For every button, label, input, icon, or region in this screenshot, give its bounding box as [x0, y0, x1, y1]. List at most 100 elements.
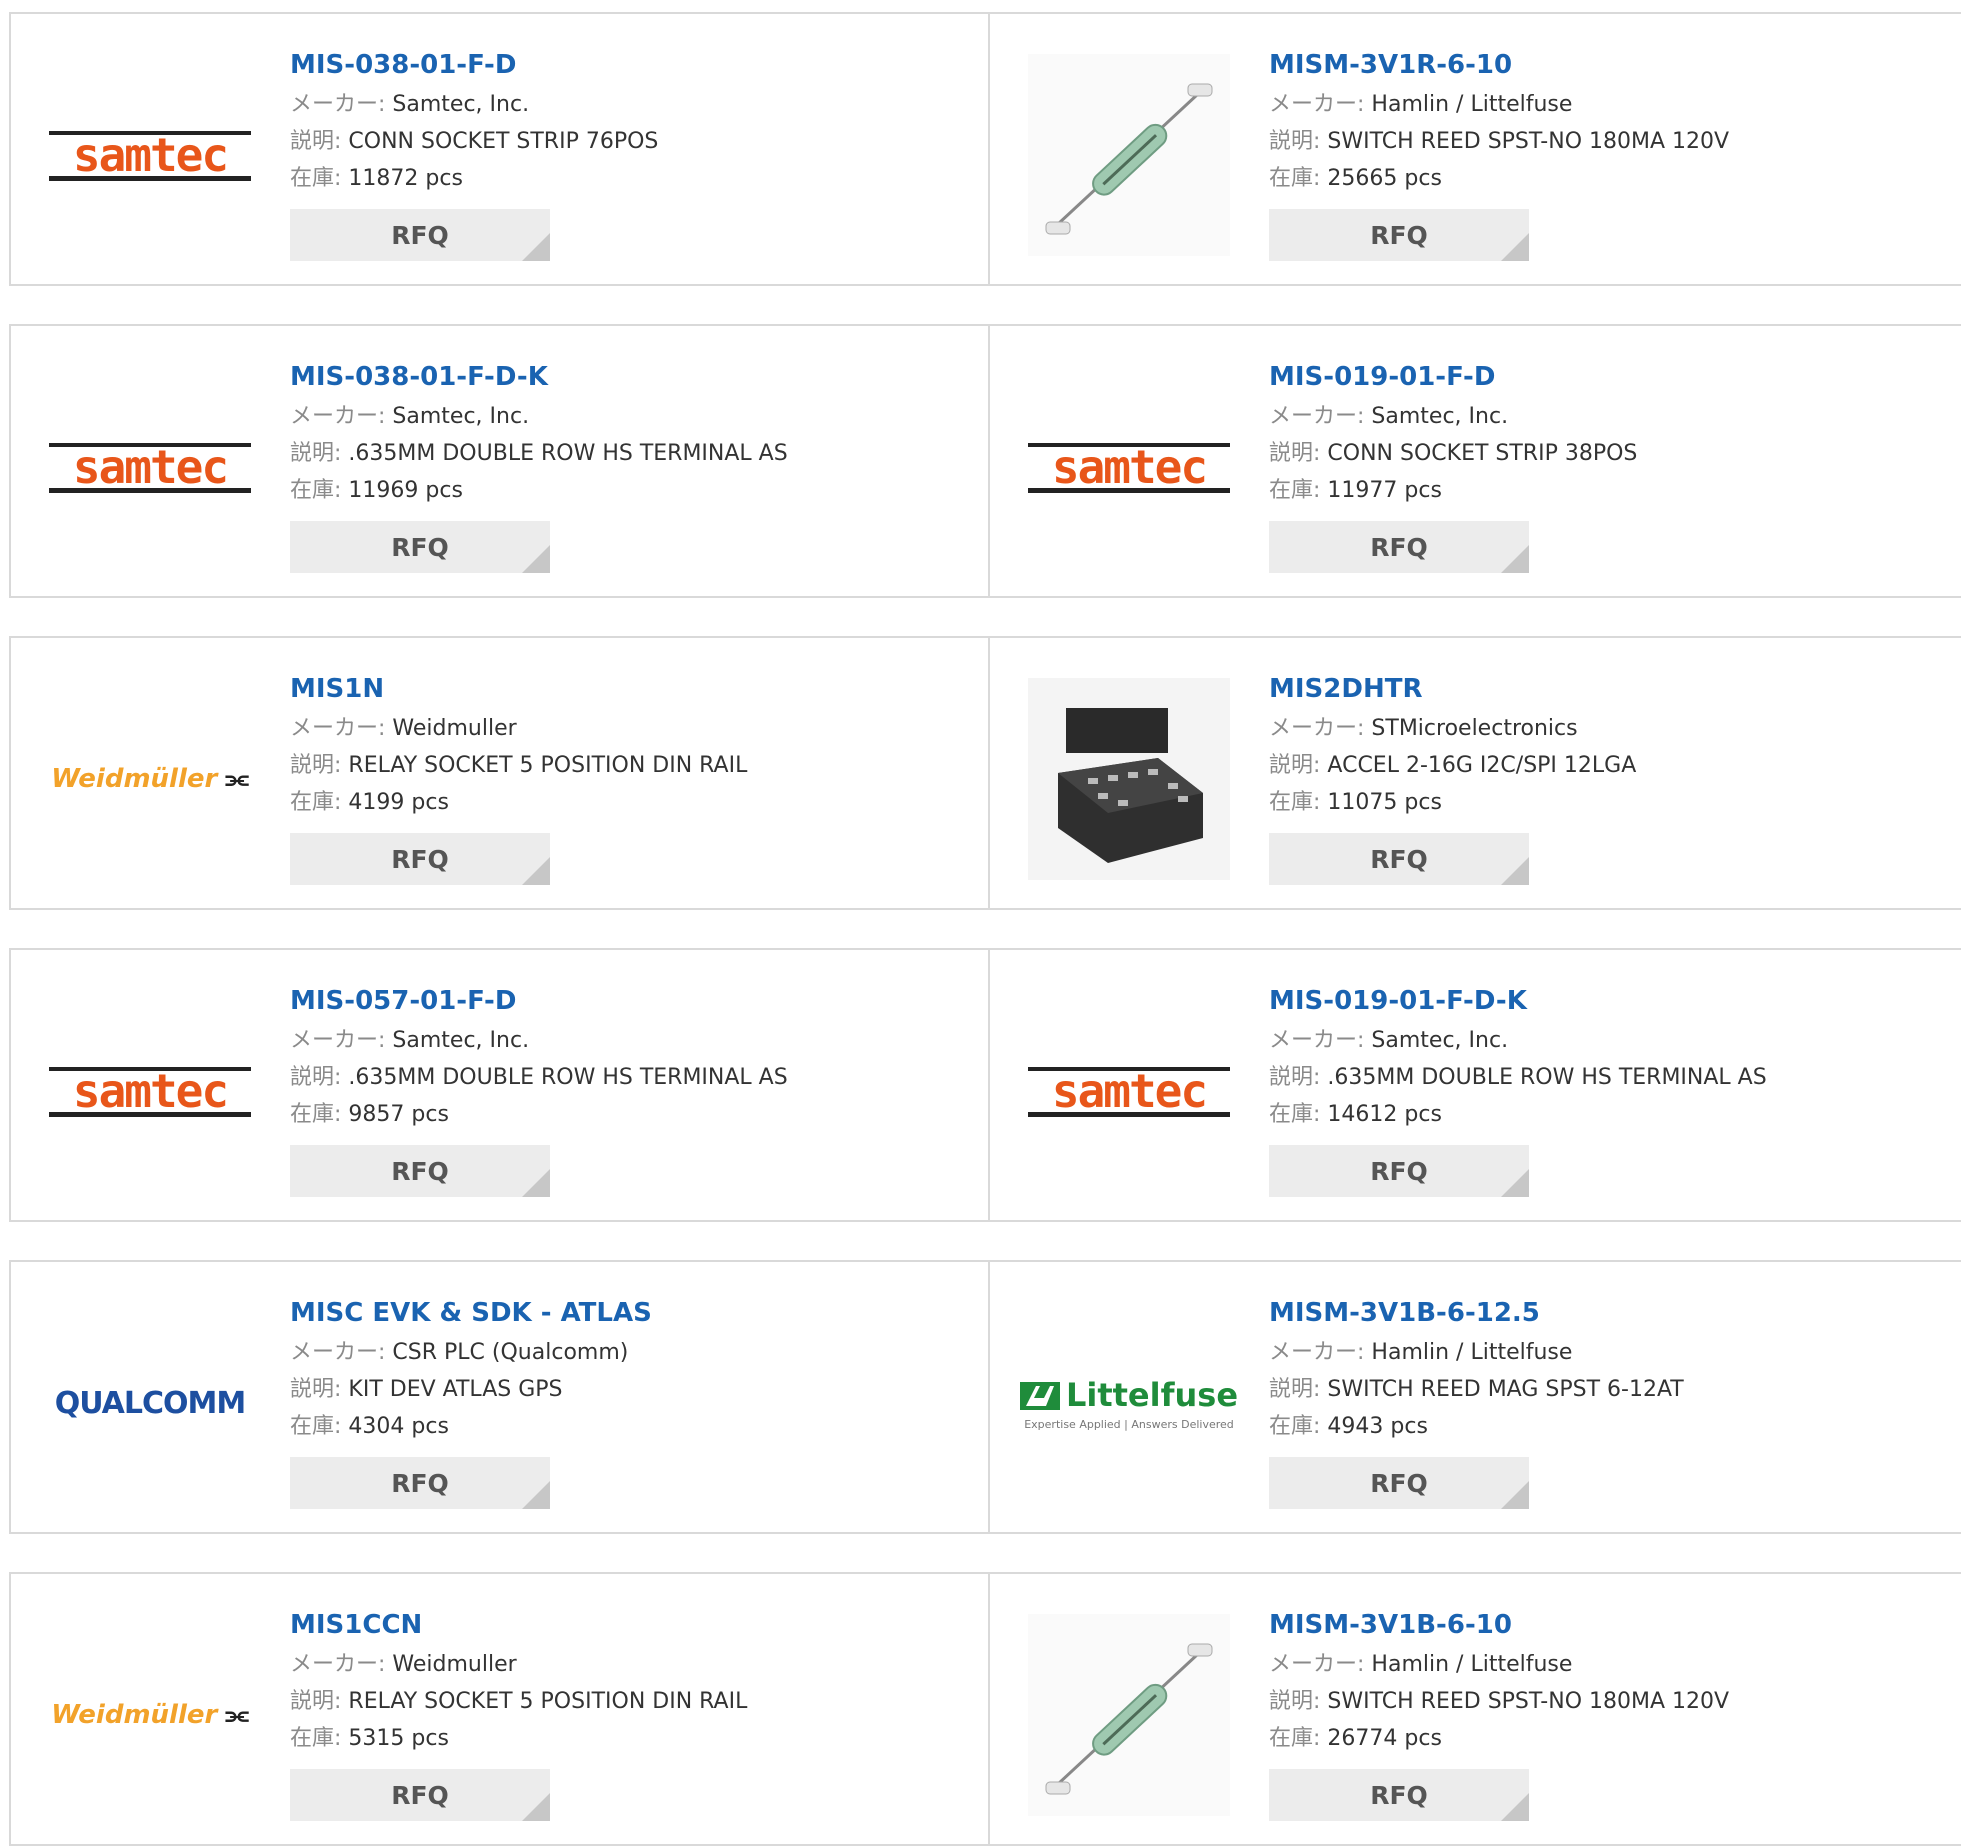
stock-value: 25665 pcs: [1327, 166, 1442, 191]
reed-switch-image: [1028, 54, 1230, 256]
product-thumbnail[interactable]: [1028, 678, 1230, 880]
littelfuse-logo: Littelfuse Expertise Applied | Answers D…: [1019, 1376, 1238, 1431]
product-card: MISM-3V1R-6-10 メーカー: Hamlin / Littelfuse…: [988, 14, 1961, 284]
stock-value: 11872 pcs: [348, 166, 463, 191]
product-info: MIS-057-01-F-D メーカー: Samtec, Inc. 説明: .6…: [290, 980, 970, 1197]
product-card: samtec MIS-038-01-F-D-K メーカー: Samtec, In…: [11, 326, 988, 596]
product-row: samtec MIS-038-01-F-D メーカー: Samtec, Inc.…: [9, 12, 1961, 286]
description-line: 説明: SWITCH REED MAG SPST 6-12AT: [1269, 1377, 1684, 1402]
product-info: MIS1CCN メーカー: Weidmuller 説明: RELAY SOCKE…: [290, 1604, 970, 1821]
rfq-button[interactable]: RFQ: [1269, 209, 1529, 261]
part-number-link[interactable]: MIS1N: [290, 668, 970, 710]
description-line: 説明: .635MM DOUBLE ROW HS TERMINAL AS: [1269, 1065, 1767, 1090]
rfq-button[interactable]: RFQ: [1269, 1769, 1529, 1821]
description-value: .635MM DOUBLE ROW HS TERMINAL AS: [348, 441, 788, 466]
maker-value: Hamlin / Littelfuse: [1371, 1652, 1573, 1677]
part-number-link[interactable]: MIS-019-01-F-D-K: [1269, 980, 1949, 1022]
rfq-button[interactable]: RFQ: [290, 521, 550, 573]
stock-line: 在庫: 5315 pcs: [290, 1726, 449, 1751]
product-thumbnail[interactable]: samtec: [1028, 990, 1230, 1192]
product-row: Weidmüller ⫘ MIS1N メーカー: Weidmuller 説明: R…: [9, 636, 1961, 910]
description-line: 説明: CONN SOCKET STRIP 38POS: [1269, 441, 1638, 466]
rfq-button[interactable]: RFQ: [1269, 1145, 1529, 1197]
product-info: MIS1N メーカー: Weidmuller 説明: RELAY SOCKET …: [290, 668, 970, 885]
maker-line: メーカー: Hamlin / Littelfuse: [1269, 92, 1573, 117]
product-row: samtec MIS-057-01-F-D メーカー: Samtec, Inc.…: [9, 948, 1961, 1222]
maker-line: メーカー: CSR PLC (Qualcomm): [290, 1340, 629, 1365]
product-thumbnail[interactable]: Weidmüller ⫘: [49, 678, 251, 880]
maker-value: Weidmuller: [392, 1652, 517, 1677]
rfq-button[interactable]: RFQ: [290, 1457, 550, 1509]
weidmuller-logo: Weidmüller ⫘: [51, 763, 249, 794]
product-thumbnail[interactable]: [1028, 54, 1230, 256]
part-number-link[interactable]: MISM-3V1B-6-10: [1269, 1604, 1949, 1646]
description-value: SWITCH REED MAG SPST 6-12AT: [1327, 1377, 1684, 1402]
stock-value: 11075 pcs: [1327, 790, 1442, 815]
samtec-logo: samtec: [49, 435, 251, 499]
part-number-link[interactable]: MIS-038-01-F-D-K: [290, 356, 970, 398]
rfq-button[interactable]: RFQ: [1269, 521, 1529, 573]
product-info: MIS-019-01-F-D メーカー: Samtec, Inc. 説明: CO…: [1269, 356, 1949, 573]
product-card: Weidmüller ⫘ MIS1N メーカー: Weidmuller 説明: R…: [11, 638, 988, 908]
stock-value: 11969 pcs: [348, 478, 463, 503]
description-line: 説明: .635MM DOUBLE ROW HS TERMINAL AS: [290, 1065, 788, 1090]
product-thumbnail[interactable]: QUALCOMM: [49, 1302, 251, 1504]
product-info: MISM-3V1R-6-10 メーカー: Hamlin / Littelfuse…: [1269, 44, 1949, 261]
part-number-link[interactable]: MIS1CCN: [290, 1604, 970, 1646]
maker-line: メーカー: Weidmuller: [290, 716, 517, 741]
maker-line: メーカー: Hamlin / Littelfuse: [1269, 1340, 1573, 1365]
description-value: CONN SOCKET STRIP 38POS: [1327, 441, 1638, 466]
part-number-link[interactable]: MIS-019-01-F-D: [1269, 356, 1949, 398]
samtec-logo: samtec: [49, 123, 251, 187]
part-number-link[interactable]: MIS-057-01-F-D: [290, 980, 970, 1022]
rfq-button[interactable]: RFQ: [290, 1769, 550, 1821]
maker-value: STMicroelectronics: [1371, 716, 1578, 741]
product-thumbnail[interactable]: Weidmüller ⫘: [49, 1614, 251, 1816]
part-number-link[interactable]: MISM-3V1R-6-10: [1269, 44, 1949, 86]
product-thumbnail[interactable]: samtec: [1028, 366, 1230, 568]
rfq-button[interactable]: RFQ: [1269, 833, 1529, 885]
product-thumbnail[interactable]: samtec: [49, 54, 251, 256]
product-row: QUALCOMM MISC EVK & SDK - ATLAS メーカー: CS…: [9, 1260, 1961, 1534]
weidmuller-logo: Weidmüller ⫘: [51, 1699, 249, 1730]
product-card: Weidmüller ⫘ MIS1CCN メーカー: Weidmuller 説明:…: [11, 1574, 988, 1844]
description-value: SWITCH REED SPST-NO 180MA 120V: [1327, 129, 1730, 154]
product-card: MIS2DHTR メーカー: STMicroelectronics 説明: AC…: [988, 638, 1961, 908]
maker-value: Samtec, Inc.: [392, 1028, 530, 1053]
stock-line: 在庫: 26774 pcs: [1269, 1726, 1442, 1751]
description-line: 説明: SWITCH REED SPST-NO 180MA 120V: [1269, 129, 1730, 154]
product-info: MIS-038-01-F-D-K メーカー: Samtec, Inc. 説明: …: [290, 356, 970, 573]
stock-value: 4304 pcs: [348, 1414, 449, 1439]
product-card: samtec MIS-019-01-F-D メーカー: Samtec, Inc.…: [988, 326, 1961, 596]
rfq-button[interactable]: RFQ: [1269, 1457, 1529, 1509]
stock-line: 在庫: 11872 pcs: [290, 166, 463, 191]
maker-line: メーカー: Samtec, Inc.: [290, 1028, 530, 1053]
rfq-button[interactable]: RFQ: [290, 833, 550, 885]
samtec-logo: samtec: [1028, 435, 1230, 499]
samtec-logo: samtec: [49, 1059, 251, 1123]
part-number-link[interactable]: MISC EVK & SDK - ATLAS: [290, 1292, 970, 1334]
stock-line: 在庫: 9857 pcs: [290, 1102, 449, 1127]
maker-value: Samtec, Inc.: [392, 92, 530, 117]
part-number-link[interactable]: MISM-3V1B-6-12.5: [1269, 1292, 1949, 1334]
product-thumbnail[interactable]: [1028, 1614, 1230, 1816]
product-thumbnail[interactable]: samtec: [49, 366, 251, 568]
description-line: 説明: CONN SOCKET STRIP 76POS: [290, 129, 659, 154]
maker-value: Samtec, Inc.: [392, 404, 530, 429]
product-card: MISM-3V1B-6-10 メーカー: Hamlin / Littelfuse…: [988, 1574, 1961, 1844]
description-value: RELAY SOCKET 5 POSITION DIN RAIL: [348, 1689, 748, 1714]
product-thumbnail[interactable]: Littelfuse Expertise Applied | Answers D…: [1019, 1302, 1238, 1504]
description-line: 説明: KIT DEV ATLAS GPS: [290, 1377, 563, 1402]
product-info: MIS2DHTR メーカー: STMicroelectronics 説明: AC…: [1269, 668, 1949, 885]
product-thumbnail[interactable]: samtec: [49, 990, 251, 1192]
description-value: SWITCH REED SPST-NO 180MA 120V: [1327, 1689, 1730, 1714]
rfq-button[interactable]: RFQ: [290, 209, 550, 261]
part-number-link[interactable]: MIS-038-01-F-D: [290, 44, 970, 86]
maker-line: メーカー: Samtec, Inc.: [290, 404, 530, 429]
stock-line: 在庫: 4199 pcs: [290, 790, 449, 815]
stock-line: 在庫: 11075 pcs: [1269, 790, 1442, 815]
stock-line: 在庫: 25665 pcs: [1269, 166, 1442, 191]
stock-line: 在庫: 11977 pcs: [1269, 478, 1442, 503]
part-number-link[interactable]: MIS2DHTR: [1269, 668, 1949, 710]
rfq-button[interactable]: RFQ: [290, 1145, 550, 1197]
